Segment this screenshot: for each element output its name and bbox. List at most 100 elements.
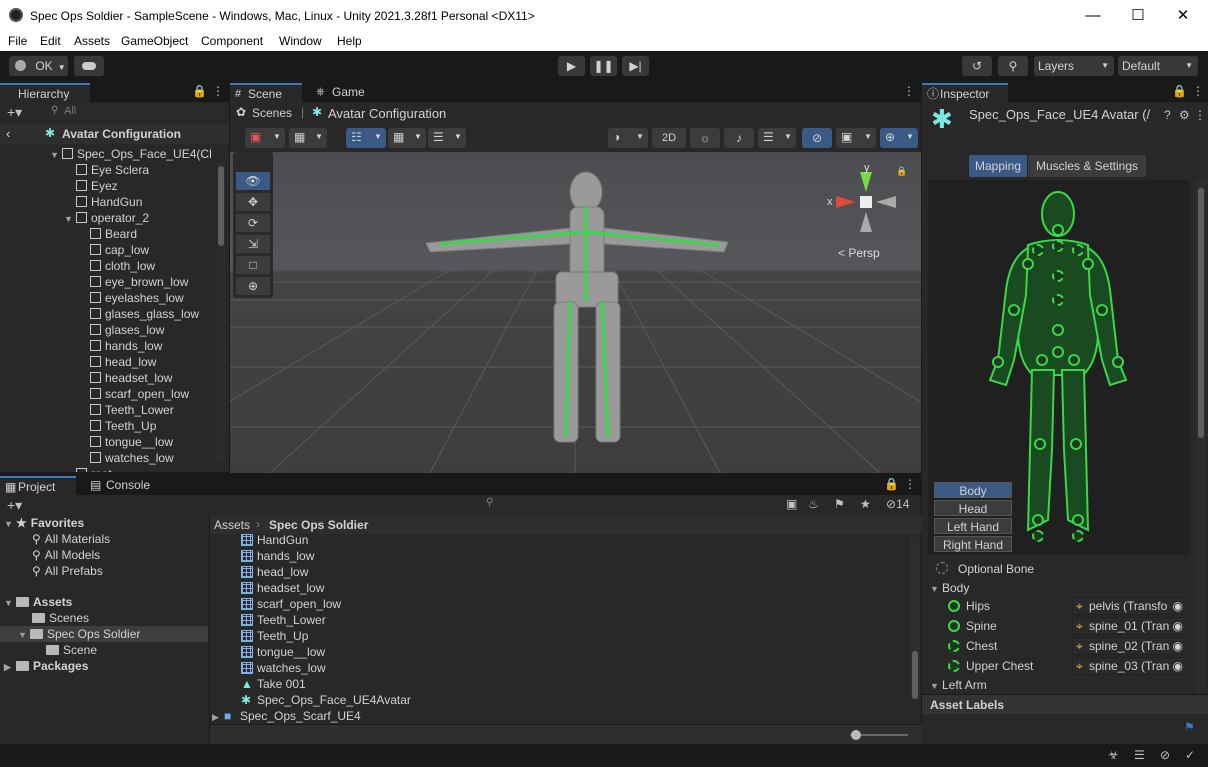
hierarchy-item[interactable]: eye_brown_low [90, 274, 188, 290]
favorite-item[interactable]: ⚲ All Models [32, 547, 100, 563]
play-button[interactable]: ▶ [558, 56, 585, 76]
kebab-menu-icon[interactable]: ⋮ [1194, 108, 1206, 122]
assets-foldout[interactable]: ▼ Assets [4, 594, 72, 610]
bone-left-shoulder[interactable] [1032, 244, 1044, 256]
bone-left-hand[interactable] [992, 356, 1004, 368]
hidden-packages-icon[interactable]: ⊘14 [886, 497, 909, 511]
hierarchy-item[interactable]: Beard [90, 226, 137, 242]
bone-left-upper-leg[interactable] [1036, 354, 1048, 366]
menu-gameobject[interactable]: GameObject [121, 34, 188, 48]
object-picker-icon[interactable]: ◉ [1173, 618, 1183, 634]
kebab-menu-icon[interactable]: ⋮ [904, 477, 916, 491]
progress-check-icon[interactable]: ✓ [1185, 748, 1195, 762]
hierarchy-item[interactable]: Teeth_Up [90, 418, 156, 434]
effects-dropdown[interactable]: ☰ ▼ [758, 128, 796, 148]
bone-hips[interactable] [1052, 346, 1064, 358]
file-item[interactable]: scarf_open_low [241, 596, 341, 612]
hierarchy-item[interactable]: cap_low [90, 242, 149, 258]
tab-scene[interactable]: # Scene [230, 83, 302, 102]
camera-dropdown[interactable]: ▣ ▼ [836, 128, 876, 148]
bone-upper-chest[interactable] [1052, 240, 1064, 252]
search-button[interactable]: ⚲ [998, 56, 1028, 76]
tab-hierarchy[interactable]: Hierarchy [0, 83, 90, 102]
back-arrow-icon[interactable]: ‹ [6, 126, 10, 141]
file-item[interactable]: ▶ ■ Spec_Ops_Scarf_UE4 [212, 708, 361, 724]
search-by-type-icon[interactable]: ▣ [786, 497, 797, 511]
file-item[interactable]: HandGun [241, 532, 308, 548]
bone-right-upper-leg[interactable] [1068, 354, 1080, 366]
shading-dropdown[interactable]: ◑ ▼ [608, 128, 648, 148]
hierarchy-item[interactable]: ▼ operator_2 [64, 210, 149, 226]
bone-right-hand[interactable] [1112, 356, 1124, 368]
bone-field-hips[interactable]: ⌖ pelvis (Transfo ◉ [1072, 597, 1186, 615]
menu-file[interactable]: File [8, 34, 27, 48]
bone-left-lower-leg[interactable] [1034, 438, 1046, 450]
bone-spine-dash[interactable] [1052, 294, 1064, 306]
cloud-button[interactable] [74, 56, 104, 76]
bone-left-toes[interactable] [1032, 530, 1044, 542]
grid-toggle[interactable]: ☷ ▼ [346, 128, 386, 148]
transform-tool[interactable]: ⊕ [236, 277, 270, 295]
file-item[interactable]: ▲ Take 001 [241, 676, 306, 692]
bone-chest[interactable] [1052, 270, 1064, 282]
add-icon[interactable]: +▾ [7, 104, 22, 121]
icon-size-slider-thumb[interactable] [851, 730, 861, 740]
auto-generate-lighting-icon[interactable]: ⊘ [1160, 748, 1170, 762]
rect-tool[interactable]: □ [236, 256, 270, 274]
inspector-scrollbar[interactable] [1196, 180, 1206, 692]
favorite-item[interactable]: ⚲ All Prefabs [32, 563, 103, 579]
bone-right-toes[interactable] [1072, 530, 1084, 542]
hierarchy-item[interactable]: hands_low [90, 338, 162, 354]
tab-project[interactable]: ▦ Project [0, 476, 76, 495]
audio-toggle[interactable]: ♪ [724, 128, 754, 148]
cache-server-icon[interactable]: ☰ [1134, 748, 1145, 762]
bone-left-upper-arm[interactable] [1022, 258, 1034, 270]
body-view-head[interactable]: Head [934, 500, 1012, 516]
kebab-menu-icon[interactable]: ⋮ [1192, 84, 1204, 98]
tag-icon[interactable]: ⚑ [1184, 720, 1195, 734]
hierarchy-item[interactable]: HandGun [76, 194, 142, 210]
menu-help[interactable]: Help [337, 34, 362, 48]
tab-game[interactable]: ⎈ Game [314, 83, 384, 102]
favorite-item[interactable]: ⚲ All Materials [32, 531, 110, 547]
hierarchy-scrollbar[interactable] [217, 162, 225, 462]
maximize-button[interactable]: ☐ [1115, 0, 1161, 31]
bone-left-lower-arm[interactable] [1008, 304, 1020, 316]
help-icon[interactable]: ? [1164, 108, 1171, 122]
lock-icon[interactable]: 🔒 [884, 477, 899, 491]
scrollbar-thumb[interactable] [912, 651, 918, 699]
view-tool[interactable]: 👁 [236, 172, 270, 190]
object-picker-icon[interactable]: ◉ [1173, 658, 1183, 674]
bone-right-lower-leg[interactable] [1070, 438, 1082, 450]
breadcrumb-assets[interactable]: Assets [214, 518, 250, 532]
bone-left-foot[interactable] [1032, 514, 1044, 526]
kebab-menu-icon[interactable]: ⋮ [212, 84, 224, 98]
project-search-input[interactable]: ⚲ [482, 496, 784, 512]
rotate-tool[interactable]: ⟳ [236, 214, 270, 232]
lighting-toggle[interactable]: ☼ [690, 128, 720, 148]
hierarchy-item[interactable]: Eye Sclera [76, 162, 149, 178]
snap-toggle[interactable]: ▦ ▼ [388, 128, 426, 148]
bone-field-upper-chest[interactable]: ⌖ spine_03 (Tran ◉ [1072, 657, 1186, 675]
scrollbar-thumb[interactable] [218, 166, 224, 246]
hierarchy-item[interactable]: tongue__low [90, 434, 173, 450]
file-item[interactable]: hands_low [241, 548, 314, 564]
file-item[interactable]: tongue__low [241, 644, 325, 660]
lock-icon[interactable]: 🔒 [1172, 84, 1187, 98]
left-arm-foldout[interactable]: ▼ Left Arm [930, 677, 987, 693]
tab-console[interactable]: ▤ Console [88, 476, 160, 495]
file-item[interactable]: Teeth_Lower [241, 612, 326, 628]
pause-button[interactable]: ❚❚ [590, 56, 617, 76]
favorites-foldout[interactable]: ▼ ★ Favorites [4, 515, 84, 531]
folder-item[interactable]: Scene [46, 642, 97, 658]
scrollbar-thumb[interactable] [1198, 188, 1204, 438]
visibility-toggle[interactable]: ⊘ [802, 128, 832, 148]
folder-item[interactable]: ▼ Spec Ops Soldier [18, 626, 140, 642]
hierarchy-search-input[interactable]: ⚲ All [47, 104, 225, 120]
body-view-right-hand[interactable]: Right Hand [934, 536, 1012, 552]
bone-right-foot[interactable] [1072, 514, 1084, 526]
menu-edit[interactable]: Edit [40, 34, 61, 48]
scale-tool[interactable]: ⇲ [236, 235, 270, 253]
menu-assets[interactable]: Assets [74, 34, 110, 48]
file-item[interactable]: ✱ Spec_Ops_Face_UE4Avatar [241, 692, 411, 708]
